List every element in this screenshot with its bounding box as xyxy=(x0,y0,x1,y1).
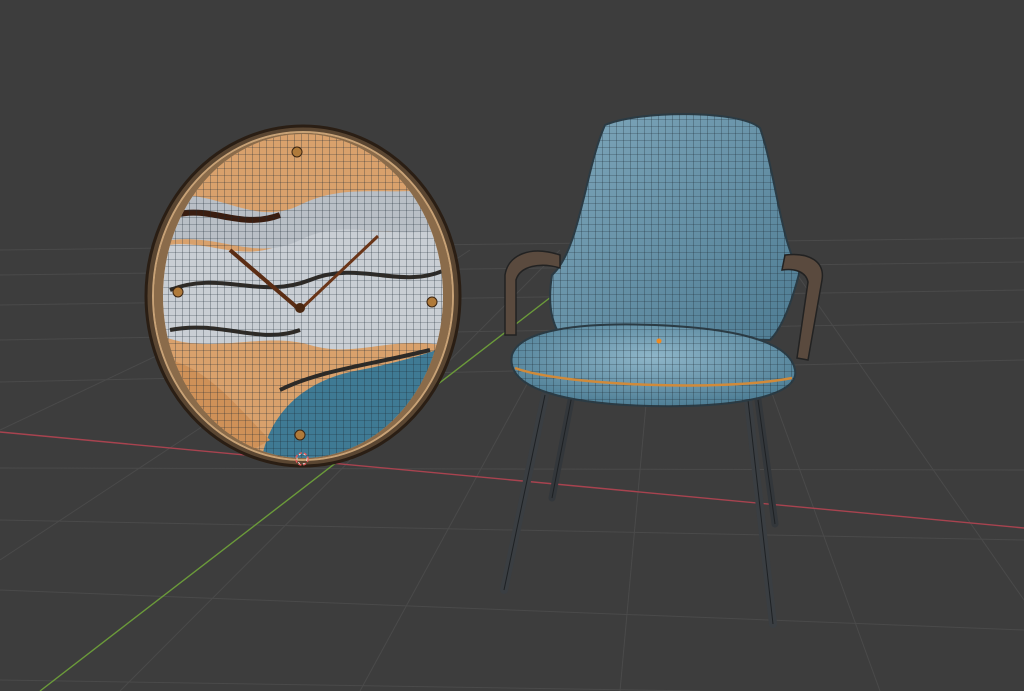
3d-viewport[interactable] xyxy=(0,0,1024,691)
viewport-canvas[interactable] xyxy=(0,0,1024,691)
armchair[interactable] xyxy=(500,113,824,628)
x-axis-line xyxy=(0,431,1024,529)
wall-clock[interactable] xyxy=(144,120,462,480)
